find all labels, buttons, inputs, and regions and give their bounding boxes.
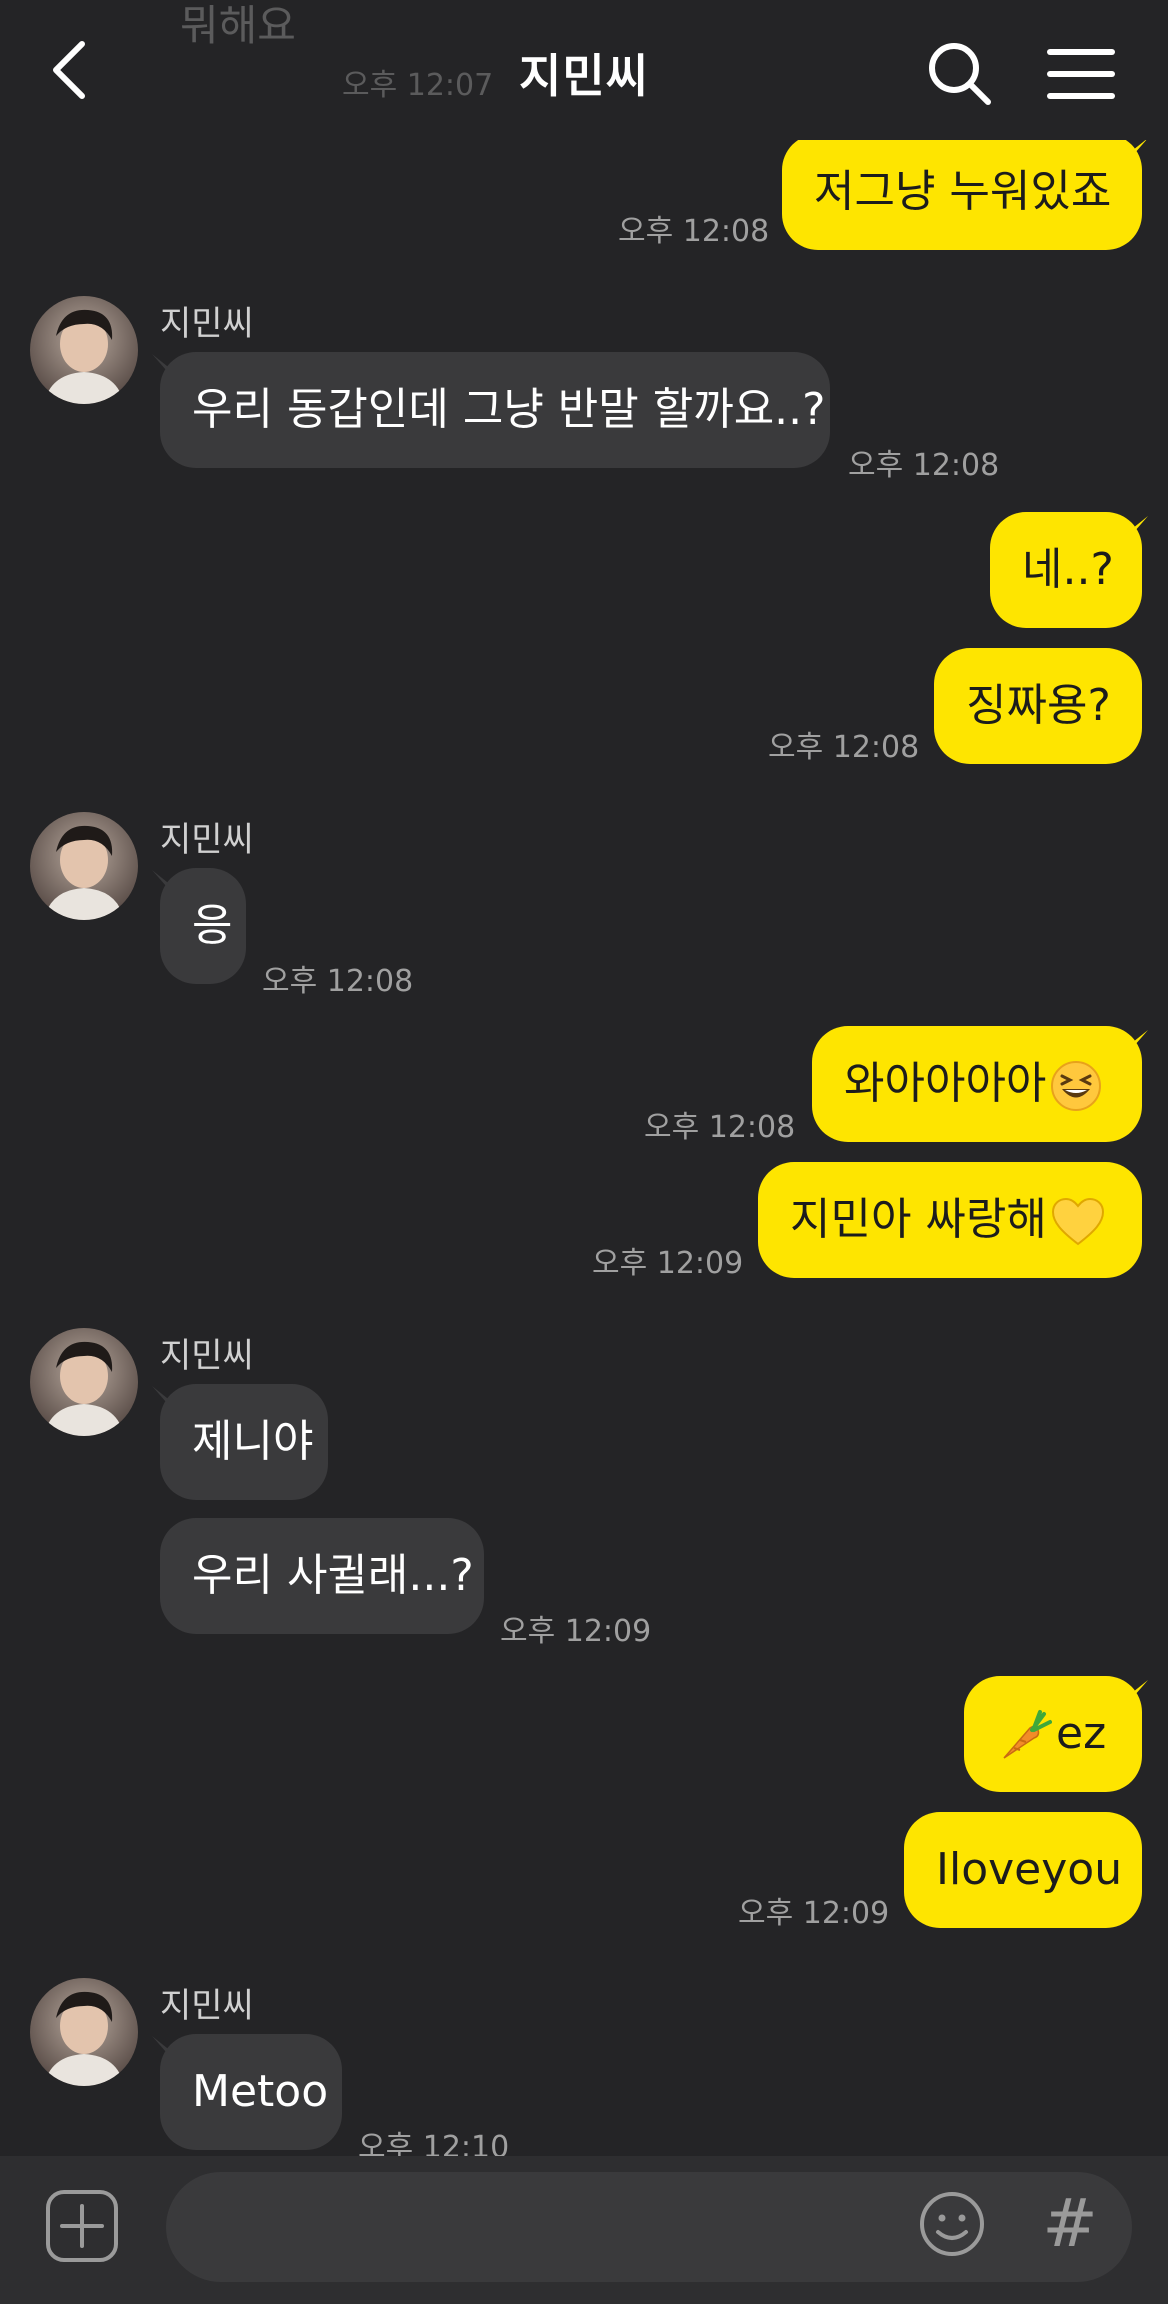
message-time: 오후 12:09 [592,1246,744,1281]
message-bubble-incoming[interactable]: Metoo [160,2034,342,2150]
message-bubble-outgoing[interactable]: 네..? [990,512,1142,628]
message-bubble-incoming[interactable]: 우리 사귈래...? [160,1518,484,1634]
search-button[interactable] [920,34,1000,114]
message-text: 와아아아아 [844,1058,1047,1109]
message-bubble-outgoing[interactable]: 와아아아아 [812,1026,1142,1142]
chat-header: 뭐해요 오후 12:07 지민씨 [0,0,1168,140]
sender-name: 지민씨 [160,304,254,344]
avatar[interactable] [30,1978,138,2086]
message-time: 오후 12:08 [262,964,414,999]
avatar-photo-icon [30,1328,138,1436]
message-bubble-outgoing[interactable]: 지민아 싸랑해 [758,1162,1142,1278]
message-time: 오후 12:08 [848,448,1000,483]
message-time: 오후 12:08 [768,730,920,765]
message-text: ez [1056,1708,1107,1759]
avatar-photo-icon [30,296,138,404]
smiley-icon [920,2192,984,2256]
carrot-icon [1003,1710,1052,1759]
grinning-squinting-face-icon [1051,1061,1102,1111]
message-bubble-incoming[interactable]: 응 [160,868,246,984]
message-text: 지민아 싸랑해 [790,1194,1047,1245]
message-time: 오후 12:09 [738,1896,890,1931]
message-bubble-outgoing[interactable]: 징짜용? [934,648,1142,764]
avatar[interactable] [30,1328,138,1436]
hamburger-menu-icon [1047,49,1115,99]
yellow-heart-icon [1051,1197,1104,1246]
attach-button[interactable] [44,2188,120,2264]
message-time: 오후 12:08 [618,214,770,249]
plus-square-icon [46,2190,118,2262]
hashtag-button[interactable]: # [1040,2184,1100,2264]
avatar[interactable] [30,812,138,920]
message-input-bar: # [0,2156,1168,2304]
search-icon [929,43,991,105]
avatar[interactable] [30,296,138,404]
message-time: 오후 12:08 [644,1110,796,1145]
sender-name: 지민씨 [160,1986,254,2026]
message-bubble-outgoing[interactable]: Iloveyou [904,1812,1142,1928]
sender-name: 지민씨 [160,1336,254,1376]
message-bubble-outgoing[interactable]: ez [964,1676,1142,1792]
message-time: 오후 12:09 [500,1614,652,1649]
message-bubble-incoming[interactable]: 우리 동갑인데 그냥 반말 할까요..? [160,352,830,468]
emoji-button[interactable] [916,2188,988,2260]
message-bubble-outgoing[interactable]: 저그냥 누워있죠 [782,134,1142,250]
avatar-photo-icon [30,1978,138,2086]
avatar-photo-icon [30,812,138,920]
menu-button[interactable] [1040,34,1120,114]
sender-name: 지민씨 [160,820,254,860]
message-bubble-incoming[interactable]: 제니야 [160,1384,328,1500]
